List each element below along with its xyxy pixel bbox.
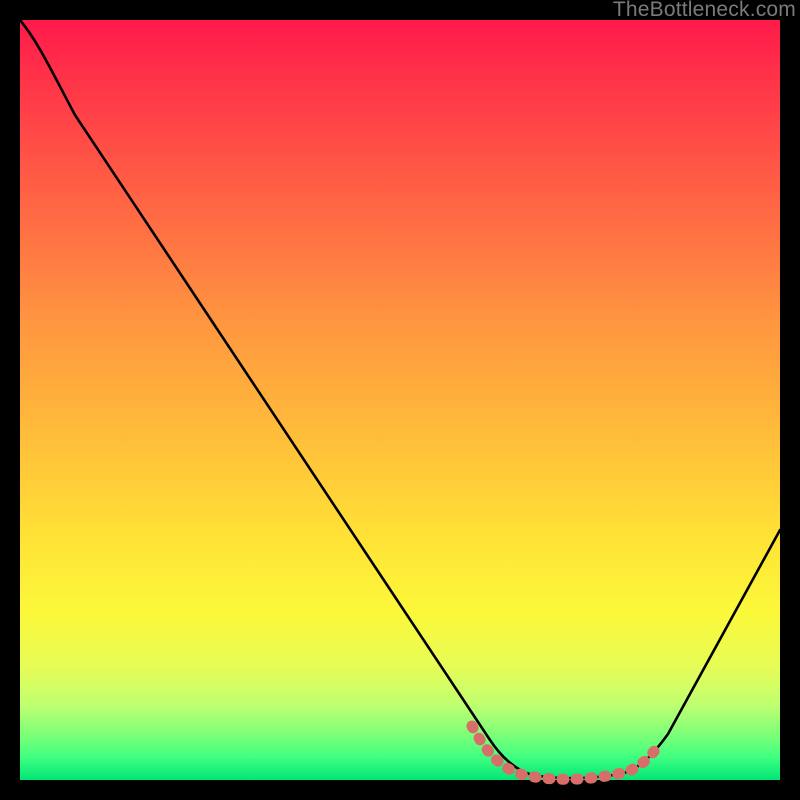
bottleneck-curve [20,20,780,778]
watermark-text: TheBottleneck.com [613,0,796,22]
bottleneck-curve-plot [20,20,780,780]
chart-frame [20,20,780,780]
